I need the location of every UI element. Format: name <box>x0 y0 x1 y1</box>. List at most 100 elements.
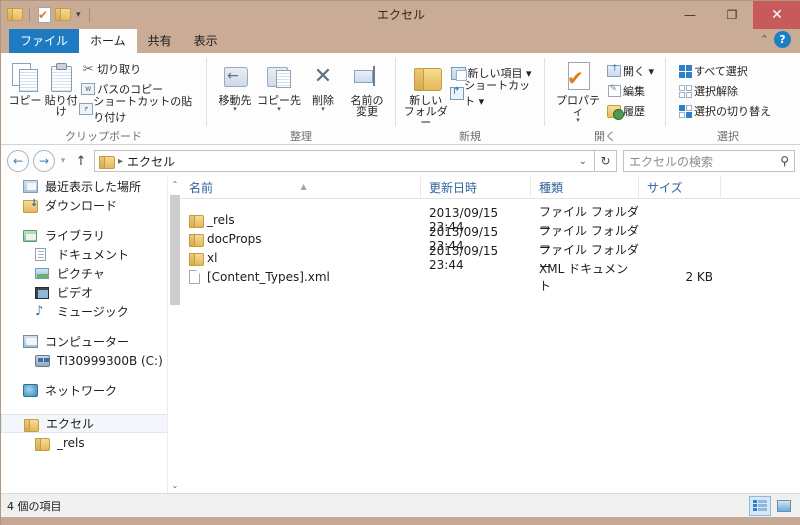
recent-locations-button[interactable]: ▾ <box>55 156 71 166</box>
sidebar-item-computer[interactable]: コンピューター <box>1 332 181 351</box>
column-header-name[interactable]: ▲ 名前 <box>181 176 421 199</box>
help-button[interactable]: ? <box>774 31 791 48</box>
select-all-button[interactable]: すべて選択 <box>676 61 775 81</box>
sidebar-item-network[interactable]: ネットワーク <box>1 381 181 400</box>
edit-button[interactable]: 編集 <box>605 81 658 101</box>
file-name-cell[interactable]: docProps <box>181 232 421 247</box>
up-button[interactable]: ↑ <box>71 154 91 169</box>
file-type-cell: XML ドキュメント <box>539 261 629 293</box>
chevron-down-icon[interactable]: ▾ <box>277 106 281 113</box>
open-button[interactable]: 開く ▾ <box>605 61 658 81</box>
column-header-type[interactable]: 種類 <box>531 176 639 199</box>
address-field[interactable]: ▸ エクセル ⌄ <box>94 150 595 172</box>
file-name-cell[interactable]: xl <box>181 250 421 266</box>
chevron-up-icon[interactable]: ⌃ <box>760 33 769 46</box>
clipboard-icon <box>49 60 73 94</box>
tab-file[interactable]: ファイル <box>9 29 80 53</box>
column-header-filler <box>721 177 800 199</box>
minimize-button[interactable]: — <box>669 1 711 29</box>
title-bar: ▾ エクセル — ❐ ✕ <box>1 1 800 29</box>
chevron-down-icon[interactable]: ⌄ <box>579 156 590 167</box>
copy-icon <box>12 60 39 94</box>
details-view-button[interactable] <box>749 495 771 516</box>
invert-selection-button[interactable]: 選択の切り替え <box>676 101 775 121</box>
refresh-button[interactable]: ↻ <box>595 150 617 172</box>
new-small-commands: 新しい項目 ▾ ショートカット ▾ <box>449 57 538 108</box>
paste-button[interactable]: 貼り付け <box>43 57 79 117</box>
chevron-down-icon[interactable]: ▾ <box>576 117 580 124</box>
back-button[interactable]: ← <box>7 150 29 172</box>
properties-button[interactable]: プロパティ ▾ <box>551 57 605 124</box>
sidebar-item-label: 最近表示した場所 <box>45 180 142 194</box>
history-icon <box>605 104 624 120</box>
new-folder-button[interactable]: 新しい フォルダー <box>402 57 450 128</box>
breadcrumb-current[interactable]: エクセル <box>127 153 175 170</box>
sidebar-item-videos[interactable]: ビデオ <box>1 283 181 302</box>
forward-button[interactable]: → <box>33 150 55 172</box>
properties-icon <box>564 60 592 94</box>
explorer-window: ▾ エクセル — ❐ ✕ ファイル ホーム 共有 表示 ⌃ ? コピー 貼り付け… <box>0 0 800 525</box>
file-name-cell[interactable]: _rels <box>181 213 421 228</box>
file-name-cell[interactable]: [Content_Types].xml <box>181 269 421 284</box>
search-icon[interactable]: ⚲ <box>780 154 789 168</box>
sidebar-item-excel[interactable]: エクセル <box>1 414 181 433</box>
table-row[interactable]: xl 2013/09/15 23:44 ファイル フォルダー <box>181 243 800 274</box>
group-label-clipboard: クリップボード <box>65 130 142 143</box>
move-to-button[interactable]: 移動先 ▾ <box>213 57 257 113</box>
sidebar-item-recent-places[interactable]: 最近表示した場所 <box>1 177 181 196</box>
group-label-organize: 整理 <box>290 130 312 143</box>
column-headers: ▲ 名前 更新日時 種類 サイズ <box>181 176 800 199</box>
thumbnails-view-button[interactable] <box>773 496 795 516</box>
tab-home[interactable]: ホーム <box>79 29 137 53</box>
invert-selection-icon <box>676 104 694 118</box>
sidebar-item-pictures[interactable]: ピクチャ <box>1 264 181 283</box>
copy-to-button[interactable]: コピー先 ▾ <box>257 57 301 113</box>
move-to-icon <box>222 60 248 94</box>
sidebar-item-label: ピクチャ <box>57 267 105 281</box>
sidebar-item-downloads[interactable]: ダウンロード <box>1 196 181 215</box>
history-button[interactable]: 履歴 <box>605 101 658 121</box>
chevron-down-icon[interactable]: ▾ <box>321 106 325 113</box>
select-none-button[interactable]: 選択解除 <box>676 81 775 101</box>
breadcrumb-separator[interactable]: ▸ <box>114 156 127 167</box>
scrollbar-thumb[interactable] <box>170 195 180 305</box>
sidebar-item-label: TI30999300B (C:) <box>57 353 163 368</box>
shortcut-button[interactable]: ショートカット ▾ <box>449 79 538 108</box>
tab-share[interactable]: 共有 <box>137 29 183 53</box>
select-all-icon <box>676 64 694 78</box>
column-header-size[interactable]: サイズ <box>639 176 721 199</box>
close-button[interactable]: ✕ <box>753 1 800 29</box>
recent-places-icon <box>23 179 41 195</box>
scroll-down-icon[interactable]: ⌄ <box>168 478 181 493</box>
rename-button[interactable]: 名前の 変更 <box>345 57 389 117</box>
sidebar-item-libraries[interactable]: ライブラリ <box>1 226 181 245</box>
sidebar-item-music[interactable]: ♪ ミュージック <box>1 302 181 321</box>
sidebar-item-rels[interactable]: _rels <box>1 433 181 452</box>
open-icon <box>605 64 623 77</box>
thumbnails-view-icon <box>777 499 791 512</box>
drive-icon <box>35 353 53 369</box>
paste-shortcut-button[interactable]: ↱ ショートカットの貼り付け <box>79 95 200 124</box>
file-name: [Content_Types].xml <box>207 269 330 284</box>
group-label-select: 選択 <box>717 130 739 143</box>
scroll-up-icon[interactable]: ⌃ <box>168 177 181 192</box>
column-label: 種類 <box>539 180 564 195</box>
sidebar-item-drive-c[interactable]: TI30999300B (C:) <box>1 351 181 370</box>
sidebar-item-label: ネットワーク <box>45 384 118 398</box>
search-input[interactable]: エクセルの検索 ⚲ <box>623 150 795 172</box>
sidebar-item-documents[interactable]: ドキュメント <box>1 245 181 264</box>
open-small-commands: 開く ▾ 編集 履歴 <box>605 57 658 121</box>
tab-view[interactable]: 表示 <box>183 29 229 53</box>
maximize-button[interactable]: ❐ <box>711 1 753 29</box>
column-header-date[interactable]: 更新日時 <box>421 176 531 199</box>
network-icon <box>23 383 41 399</box>
chevron-down-icon[interactable]: ▾ <box>233 106 237 113</box>
group-label-open: 開く <box>594 130 616 143</box>
file-name: xl <box>207 250 218 265</box>
sidebar-item-label: ビデオ <box>57 286 94 300</box>
delete-button[interactable]: ✕ 削除 ▾ <box>301 57 345 113</box>
ribbon-group-select: すべて選択 選択解除 選択の切り替え 選択 <box>666 53 790 145</box>
navigation-scrollbar[interactable]: ⌃ ⌄ <box>167 177 181 493</box>
copy-button[interactable]: コピー <box>7 57 43 106</box>
cut-button[interactable]: ✂ 切り取り <box>79 59 200 79</box>
